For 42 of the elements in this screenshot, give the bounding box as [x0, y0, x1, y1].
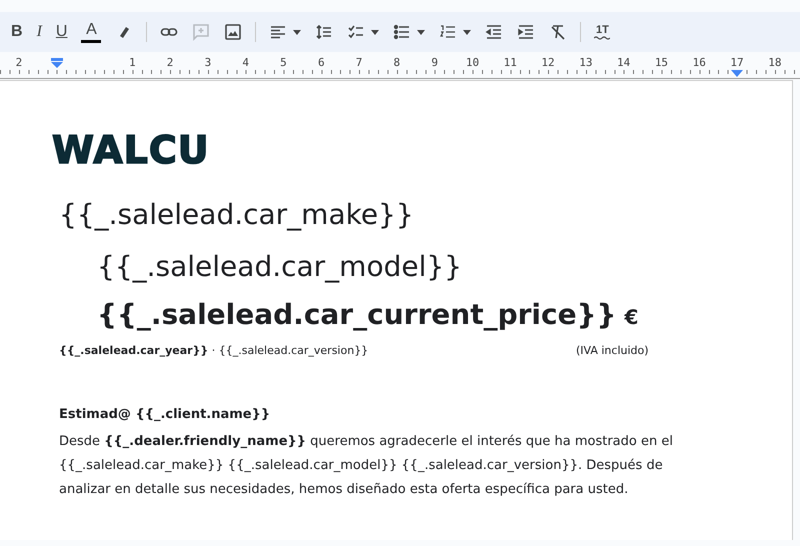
bold-button[interactable]: B [7, 18, 27, 46]
italic-button[interactable]: I [32, 18, 46, 46]
ruler-number: 2 [14, 56, 24, 69]
logo: WALCU [52, 131, 210, 169]
bulleted-list-icon [393, 23, 412, 41]
tax-note: (IVA incluido) [576, 343, 649, 359]
paragraph: Desde {{_.dealer.friendly_name}} queremos agradecerle el interés que ha mostrado en el {{_.salelead.car_make}} {{_.salelead.car_model}} {{_.salelead.car_version}}. Después de analizar en detalle sus necesidades, hemos diseñado esta oferta específica para usted. [59, 433, 674, 499]
ruler-number: 11 [502, 56, 518, 69]
ruler-number: 1 [128, 56, 137, 69]
ruler-number: 3 [204, 56, 212, 69]
caret-icon [417, 30, 426, 34]
ruler-number: 16 [692, 56, 707, 69]
subtitle: {{_.salelead.car_year}} · {{_.salelead.car_version}} [59, 343, 370, 359]
align-left-icon [269, 23, 288, 41]
currency: € [624, 304, 638, 331]
ruler-number: 5 [279, 56, 288, 69]
ruler-number: 7 [354, 56, 364, 69]
ruler-number: 18 [767, 56, 782, 69]
greeting: Estimad@ {{_.client.name}} [59, 407, 272, 422]
price: {{_.salelead.car_current_price}} [97, 297, 616, 333]
caret-icon [293, 30, 302, 34]
ruler-number: 10 [464, 56, 480, 69]
squiggle-icon [594, 36, 610, 40]
caret-icon [463, 30, 472, 34]
heading: {{_.salelead.car_make}} [59, 197, 415, 233]
ruler-number: 17 [729, 56, 745, 69]
ruler-number: 8 [392, 56, 402, 69]
checklist-icon [347, 23, 366, 41]
indent-marker-icon[interactable] [51, 58, 63, 68]
ruler-number: 9 [430, 56, 439, 69]
ruler-number: 13 [578, 56, 594, 69]
ruler-number: 14 [616, 56, 632, 69]
ruler-number: 12 [540, 56, 556, 69]
caret-icon [371, 30, 380, 34]
spellcheck-button[interactable]: 1T [590, 18, 614, 46]
ruler-number: 4 [241, 56, 250, 69]
ruler-number: 2 [166, 56, 174, 69]
heading: {{_.salelead.car_model}} [97, 249, 463, 285]
underline-button[interactable]: U [52, 18, 72, 46]
ruler-number: 15 [654, 56, 670, 69]
ruler-number: 6 [316, 56, 326, 69]
text-color-button[interactable]: A [77, 18, 106, 46]
